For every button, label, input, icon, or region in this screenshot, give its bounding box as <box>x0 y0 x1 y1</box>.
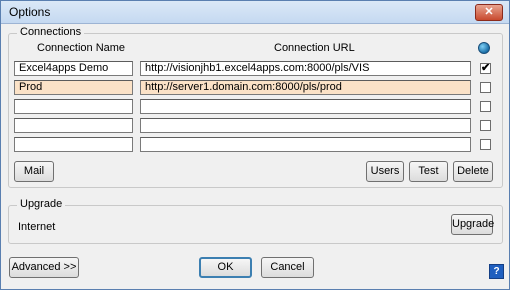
ok-button[interactable]: OK <box>199 257 252 278</box>
delete-button[interactable]: Delete <box>453 161 493 182</box>
connection-checkbox[interactable] <box>480 120 491 131</box>
users-button[interactable]: Users <box>366 161 404 182</box>
upgrade-group-label: Upgrade <box>17 198 66 210</box>
connection-name-field[interactable]: Excel4apps Demo <box>14 61 133 76</box>
connection-name-field[interactable] <box>14 137 133 152</box>
advanced-button[interactable]: Advanced >> <box>9 257 79 278</box>
connection-checkbox[interactable] <box>480 101 491 112</box>
dialog-body: Connections Connection Name Connection U… <box>2 24 508 288</box>
options-dialog: Options ✕ Connections Connection Name Co… <box>0 0 510 290</box>
help-icon[interactable]: ? <box>489 264 504 279</box>
connection-url-field[interactable] <box>140 118 471 133</box>
connection-name-field[interactable]: Prod <box>14 80 133 95</box>
upgrade-button[interactable]: Upgrade <box>451 214 494 235</box>
connection-name-header: Connection Name <box>37 42 126 54</box>
connection-url-field[interactable] <box>140 99 471 114</box>
test-button[interactable]: Test <box>409 161 448 182</box>
globe-icon <box>478 42 490 54</box>
connection-name-field[interactable] <box>14 99 133 114</box>
connection-url-field[interactable] <box>140 137 471 152</box>
upgrade-group: Upgrade Internet Upgrade <box>8 198 503 244</box>
close-button[interactable]: ✕ <box>475 4 503 21</box>
connection-url-field[interactable]: http://visionjhb1.excel4apps.com:8000/pl… <box>140 61 471 76</box>
connection-checkbox[interactable] <box>480 139 491 150</box>
window-title: Options <box>9 5 51 19</box>
cancel-button[interactable]: Cancel <box>261 257 314 278</box>
title-bar[interactable]: Options ✕ <box>1 1 509 24</box>
connection-url-header: Connection URL <box>274 42 355 54</box>
connection-name-field[interactable] <box>14 118 133 133</box>
connection-url-field[interactable]: http://server1.domain.com:8000/pls/prod <box>140 80 471 95</box>
connection-checkbox[interactable] <box>480 82 491 93</box>
connections-group: Connections Connection Name Connection U… <box>8 26 503 188</box>
upgrade-status-text: Internet <box>18 221 56 233</box>
connection-checkbox[interactable]: ✔ <box>480 63 491 74</box>
connections-group-label: Connections <box>17 26 85 38</box>
mail-button[interactable]: Mail <box>14 161 54 182</box>
